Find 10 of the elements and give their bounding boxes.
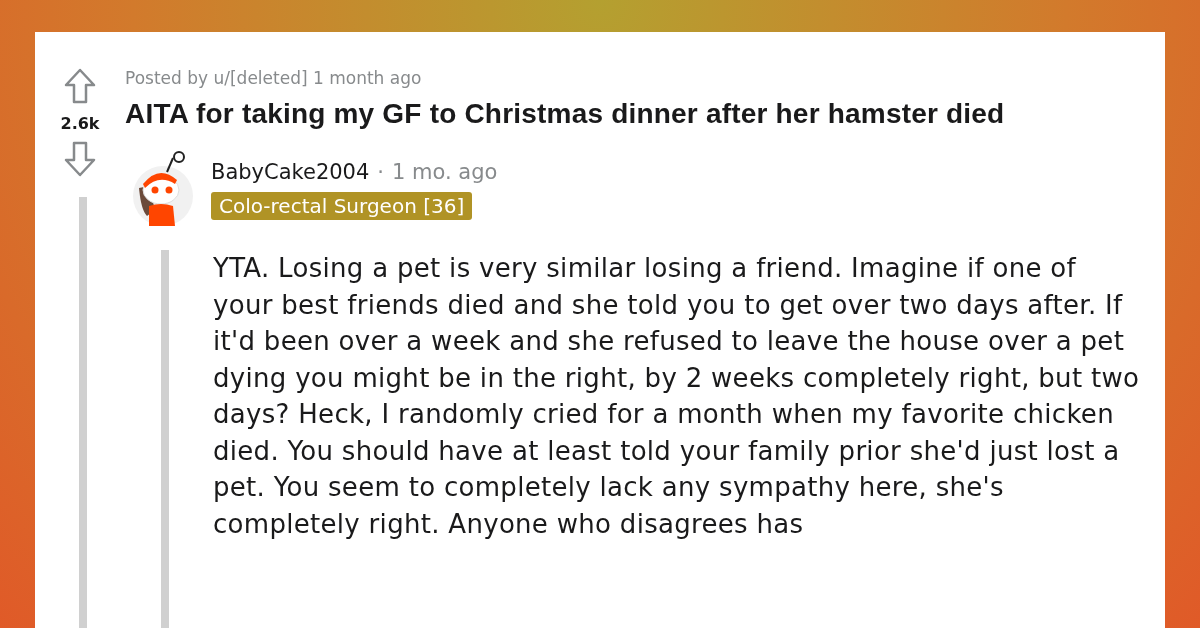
downvote-icon[interactable]	[64, 141, 96, 177]
post-meta: Posted by u/[deleted] 1 month ago	[125, 68, 423, 88]
comment-text: YTA. Losing a pet is very similar losing a friend. Imagine if one of your best friends died and she told you to get over two days after. If it'd been over a week and she refused to leave the house over a pet dying you might be in the right, by 2 weeks completely right, but two days? Heck, I randomly cried for a month when my favorite chicken died. You should have at least told your family prior she'd just lost a pet. You seem to completely lack any sympathy here, she's completely right. Anyone who disagrees has	[213, 252, 1141, 541]
comment-author[interactable]: BabyCake2004	[211, 160, 370, 184]
comment-time: 1 mo. ago	[392, 160, 498, 184]
vote-count: 2.6k	[60, 114, 100, 133]
upvote-icon[interactable]	[64, 68, 96, 104]
post-title: AITA for taking my GF to Christmas dinner after her hamster died	[125, 98, 1006, 130]
user-flair: Colo-rectal Surgeon [36]	[211, 192, 473, 220]
separator-dot: ·	[377, 160, 385, 184]
